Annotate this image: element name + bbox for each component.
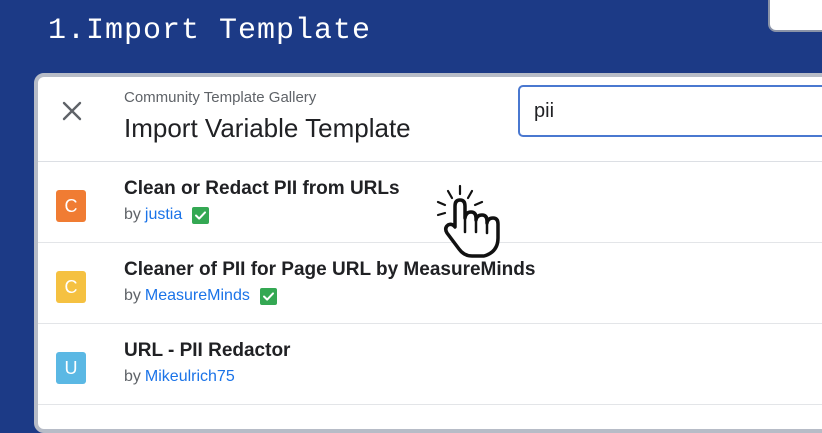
template-title[interactable]: Clean or Redact PII from URLs	[124, 178, 400, 200]
slide-title: 1.Import Template	[48, 14, 372, 48]
dialog-title: Import Variable Template	[124, 113, 411, 143]
verified-check-icon	[192, 206, 210, 224]
verified-check-icon	[259, 287, 277, 305]
by-label: by	[124, 206, 141, 223]
by-label: by	[124, 287, 141, 304]
search-input[interactable]	[518, 85, 822, 137]
close-button[interactable]	[56, 95, 88, 127]
template-author-line: by MeasureMinds	[124, 287, 277, 305]
hand-pointer-icon	[436, 184, 500, 258]
dialog-header: Community Template Gallery Import Variab…	[38, 77, 822, 162]
template-title[interactable]: Cleaner of PII for Page URL by MeasureMi…	[124, 259, 535, 281]
template-badge: C	[56, 271, 86, 303]
template-title[interactable]: URL - PII Redactor	[124, 340, 290, 362]
template-badge: U	[56, 352, 86, 384]
close-icon	[62, 101, 82, 121]
template-author-line: by justia	[124, 206, 210, 224]
author-link[interactable]: MeasureMinds	[145, 287, 250, 305]
author-link[interactable]: Mikeulrich75	[145, 368, 235, 386]
author-link[interactable]: justia	[145, 206, 182, 224]
corner-card	[768, 0, 822, 32]
result-row[interactable]: U URL - PII Redactor by Mikeulrich75	[38, 324, 822, 405]
template-badge: C	[56, 190, 86, 222]
dialog-subtitle: Community Template Gallery	[124, 89, 317, 106]
template-author-line: by Mikeulrich75	[124, 368, 235, 386]
by-label: by	[124, 368, 141, 385]
